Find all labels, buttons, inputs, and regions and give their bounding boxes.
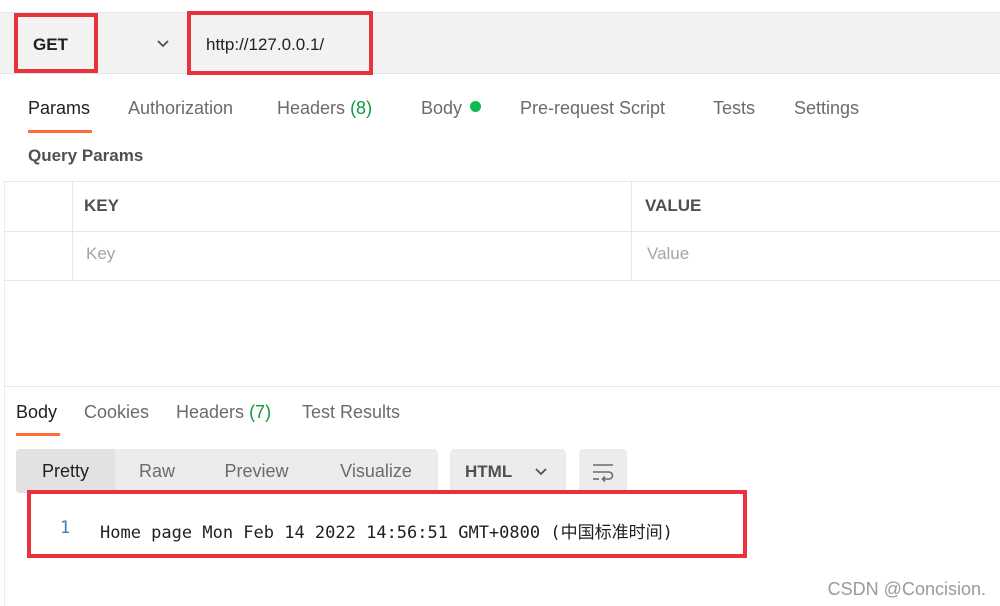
response-tab-headers-label: Headers [176,402,245,422]
tab-params[interactable]: Params [28,98,90,119]
chevron-down-icon [535,468,547,476]
tab-tests[interactable]: Tests [713,98,755,119]
url-input[interactable]: http://127.0.0.1/ [206,35,324,55]
format-select[interactable]: HTML [450,449,566,493]
tab-body-label: Body [421,98,463,118]
response-body-highlight-box: 1 Home page Mon Feb 14 2022 14:56:51 GMT… [27,490,747,558]
tab-settings[interactable]: Settings [794,98,859,119]
view-mode-visualize[interactable]: Visualize [314,449,438,493]
active-tab-indicator [28,130,92,133]
response-tab-cookies[interactable]: Cookies [84,402,149,423]
url-highlight-box: http://127.0.0.1/ [187,11,373,75]
query-params-table: KEY VALUE Key Value [4,181,1000,281]
response-tab-headers[interactable]: Headers (7) [176,402,271,423]
response-tab-test-results[interactable]: Test Results [302,402,400,423]
response-body-line[interactable]: Home page Mon Feb 14 2022 14:56:51 GMT+0… [100,518,673,543]
active-response-tab-indicator [16,433,60,436]
key-input[interactable]: Key [86,244,115,264]
wrap-lines-button[interactable] [579,449,627,493]
column-divider [631,182,632,281]
tab-pre-request-script[interactable]: Pre-request Script [520,98,665,119]
request-tabs: Params Authorization Headers (8) Body Pr… [0,94,1000,134]
view-mode-raw[interactable]: Raw [115,449,199,493]
table-header-row: KEY VALUE [5,182,1000,232]
tab-authorization[interactable]: Authorization [128,98,233,119]
method-highlight-box: GET [14,13,98,73]
response-tab-headers-count: (7) [249,402,272,422]
response-tab-body[interactable]: Body [16,402,57,423]
method-select[interactable]: GET [33,35,68,55]
column-header-value: VALUE [645,196,702,215]
view-mode-preview[interactable]: Preview [199,449,314,493]
pane-left-edge [4,181,5,606]
body-status-dot [470,101,482,112]
tab-body[interactable]: Body [421,98,482,119]
view-mode-pretty[interactable]: Pretty [16,449,115,493]
format-select-value: HTML [465,462,513,481]
column-header-key: KEY [84,196,119,215]
value-input[interactable]: Value [647,244,689,264]
column-divider [72,182,73,281]
tab-headers-count: (8) [350,98,373,118]
tab-headers-label: Headers [277,98,346,118]
pane-resize-divider[interactable] [4,386,1000,387]
table-row: Key Value [5,232,1000,282]
request-url-bar: GET http://127.0.0.1/ [0,11,1000,75]
line-number: 1 [60,518,71,538]
chevron-down-icon[interactable] [156,39,170,49]
view-mode-selector: Pretty Raw Preview Visualize [16,449,438,493]
watermark: CSDN @Concision. [827,579,986,599]
tab-headers[interactable]: Headers (8) [277,98,372,119]
query-params-title: Query Params [28,146,144,165]
wrap-lines-icon [593,464,614,483]
